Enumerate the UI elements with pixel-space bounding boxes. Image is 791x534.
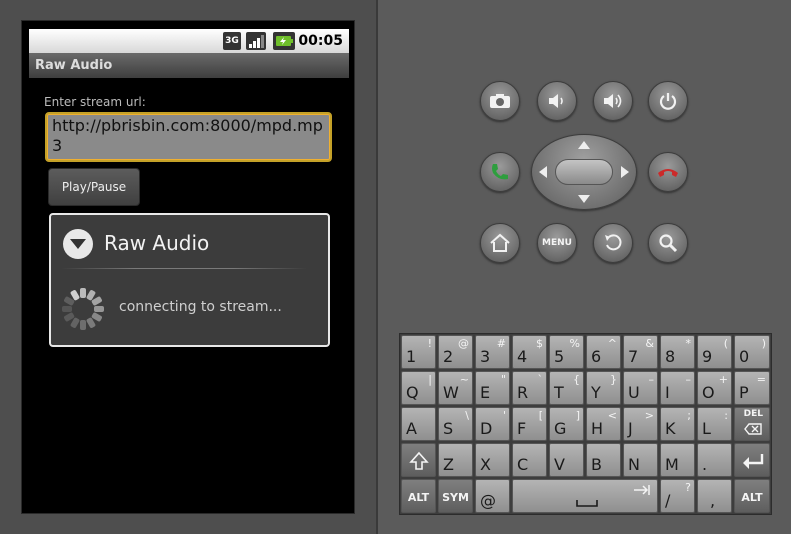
menu-button-label: MENU (542, 238, 572, 248)
key-g[interactable]: G] (549, 407, 584, 441)
call-button[interactable] (480, 152, 520, 192)
key-sym[interactable]: SYM (438, 479, 473, 513)
home-icon (490, 233, 510, 252)
search-button[interactable] (648, 223, 688, 263)
key-c[interactable]: C (512, 443, 547, 477)
dialog-title: Raw Audio (104, 231, 210, 255)
volume-up-icon (604, 94, 622, 108)
key-comma[interactable]: , (697, 479, 732, 513)
backspace-icon (744, 423, 762, 435)
volume-up-button[interactable] (593, 81, 633, 121)
key-f[interactable]: F[ (512, 407, 547, 441)
menu-button[interactable]: MENU (537, 223, 577, 263)
status-bar: 3G 00:05 (29, 29, 349, 53)
dpad-up-icon[interactable] (578, 141, 590, 149)
power-icon (659, 93, 677, 110)
dialog-divider (61, 268, 307, 269)
phone-call-icon (492, 164, 508, 180)
key-m[interactable]: M (660, 443, 695, 477)
key-k[interactable]: K; (660, 407, 695, 441)
key-6[interactable]: 6 ^ (586, 335, 621, 369)
key-n[interactable]: N (623, 443, 658, 477)
key-shift[interactable] (401, 443, 436, 477)
tab-arrow-icon (634, 485, 650, 495)
key-u[interactable]: U – (623, 371, 658, 405)
url-label: Enter stream url: (44, 95, 146, 109)
key-x[interactable]: X (475, 443, 510, 477)
key-b[interactable]: B (586, 443, 621, 477)
stream-url-input[interactable]: http://pbrisbin.com:8000/mpd.mp3 (45, 112, 332, 162)
key-h[interactable]: H < (586, 407, 621, 441)
key-d[interactable]: D ' (475, 407, 510, 441)
end-call-button[interactable] (648, 152, 688, 192)
key-space[interactable] (512, 479, 658, 513)
dpad-down-icon[interactable] (578, 195, 590, 203)
key-del[interactable]: DEL (734, 407, 770, 441)
back-icon (605, 234, 622, 251)
device-screen: 3G 00:05 Raw Audio Enter stream url: htt… (21, 20, 355, 514)
power-button[interactable] (648, 81, 688, 121)
key-l[interactable]: L: (697, 407, 732, 441)
key-q[interactable]: Q | (401, 371, 436, 405)
key-z[interactable]: Z (438, 443, 473, 477)
key-0[interactable]: 0) (734, 335, 770, 369)
dpad[interactable] (531, 134, 637, 210)
camera-icon (490, 94, 510, 108)
dpad-left-icon[interactable] (539, 166, 547, 178)
search-icon (659, 234, 678, 253)
camera-button[interactable] (480, 81, 520, 121)
home-button[interactable] (480, 223, 520, 263)
dpad-center-button[interactable] (555, 159, 613, 185)
dpad-right-icon[interactable] (621, 166, 629, 178)
key-alt-right[interactable]: ALT (734, 479, 770, 513)
loading-spinner-icon (59, 285, 107, 333)
shift-arrow-icon (409, 451, 429, 470)
key-7[interactable]: 7 & (623, 335, 658, 369)
key-w[interactable]: W ~ (438, 371, 473, 405)
volume-down-button[interactable] (537, 81, 577, 121)
key-8[interactable]: 8 * (660, 335, 695, 369)
key-v[interactable]: V (549, 443, 584, 477)
app-title-bar: Raw Audio (29, 53, 349, 78)
enter-arrow-icon (743, 454, 764, 469)
key-alt-left[interactable]: ALT (401, 479, 436, 513)
hardware-keyboard: 1! 2 @ 3 # 4 $ 5% 6 ^ 7 & 8 * 9( 0) Q | W ~ E " R… (399, 333, 772, 515)
key-e[interactable]: E " (475, 371, 510, 405)
key-at[interactable]: @ (475, 479, 510, 513)
key-s[interactable]: S \ (438, 407, 473, 441)
signal-strength-icon (246, 32, 266, 50)
clock: 00:05 (298, 33, 343, 49)
key-4[interactable]: 4 $ (512, 335, 547, 369)
key-p[interactable]: P = (734, 371, 770, 405)
key-a[interactable]: A (401, 407, 436, 441)
key-r[interactable]: R ` (512, 371, 547, 405)
key-3[interactable]: 3 # (475, 335, 510, 369)
network-3g-icon: 3G (223, 32, 241, 50)
dialog-dropdown-icon (63, 229, 93, 259)
key-slash[interactable]: /? (660, 479, 695, 513)
space-bar-icon (576, 500, 598, 507)
back-button[interactable] (593, 223, 633, 263)
progress-dialog: Raw Audio connecting to stream... (49, 213, 330, 347)
key-5[interactable]: 5% (549, 335, 584, 369)
battery-charging-icon (273, 32, 295, 50)
key-j[interactable]: J > (623, 407, 658, 441)
key-1[interactable]: 1! (401, 335, 436, 369)
key-y[interactable]: Y} (586, 371, 621, 405)
dialog-message: connecting to stream... (119, 299, 282, 315)
key-o[interactable]: O + (697, 371, 732, 405)
key-2[interactable]: 2 @ (438, 335, 473, 369)
volume-down-icon (549, 94, 563, 108)
end-call-icon (658, 169, 678, 177)
key-9[interactable]: 9( (697, 335, 732, 369)
key-period[interactable]: . (697, 443, 732, 477)
key-i[interactable]: I – (660, 371, 695, 405)
play-pause-button[interactable]: Play/Pause (48, 168, 140, 206)
key-enter[interactable] (734, 443, 770, 477)
key-t[interactable]: T{ (549, 371, 584, 405)
